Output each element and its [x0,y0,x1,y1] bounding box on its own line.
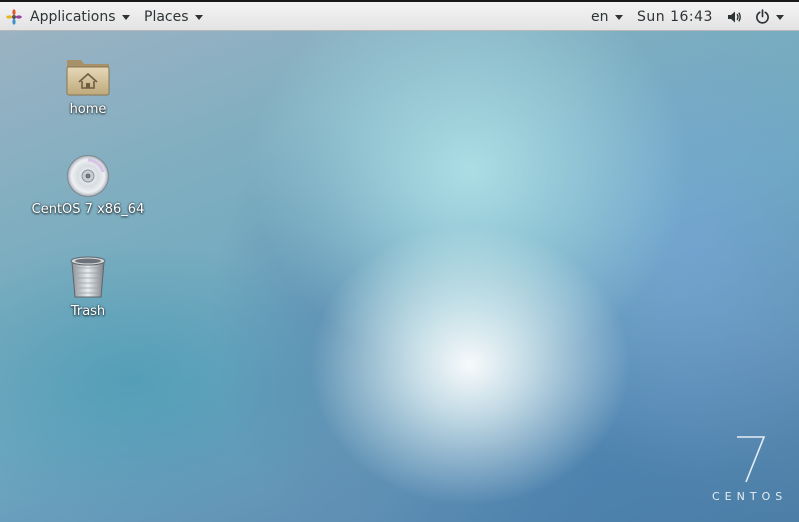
places-label: Places [144,8,189,25]
desktop-icon-label: home [69,102,107,117]
places-menu[interactable]: Places [144,2,203,31]
applications-label: Applications [30,8,116,25]
centos-wordmark: CENTOS [712,490,788,503]
language-label: en [591,8,609,25]
clock[interactable]: Sun 16:43 [637,2,713,31]
dvd-disc-icon [67,155,109,197]
applications-menu[interactable]: Applications [6,2,130,31]
centos-watermark: CENTOS [700,430,795,510]
gnome-logo-icon [6,8,22,25]
chevron-down-icon [121,14,130,20]
desktop-icon-label: CentOS 7 x86_64 [31,202,145,217]
centos-seven-numeral [737,436,766,483]
desktop-screen: Applications Places en Sun 16:43 home Ce… [0,0,799,522]
chevron-down-icon [614,14,623,20]
top-bar: Applications Places en Sun 16:43 [0,0,799,31]
power-icon [756,9,769,24]
chevron-down-icon [776,14,784,20]
home-folder-icon [66,60,110,96]
chevron-down-icon [194,14,203,20]
desktop-icon-home[interactable]: home [18,54,158,117]
language-indicator[interactable]: en [591,2,623,31]
trash-icon [70,256,106,298]
volume-icon[interactable] [726,9,742,25]
desktop-icon-label: Trash [70,304,106,319]
desktop-icon-dvd[interactable]: CentOS 7 x86_64 [18,154,158,217]
system-menu[interactable] [755,2,784,31]
desktop-icon-trash[interactable]: Trash [18,254,158,319]
clock-label: Sun 16:43 [637,8,713,25]
